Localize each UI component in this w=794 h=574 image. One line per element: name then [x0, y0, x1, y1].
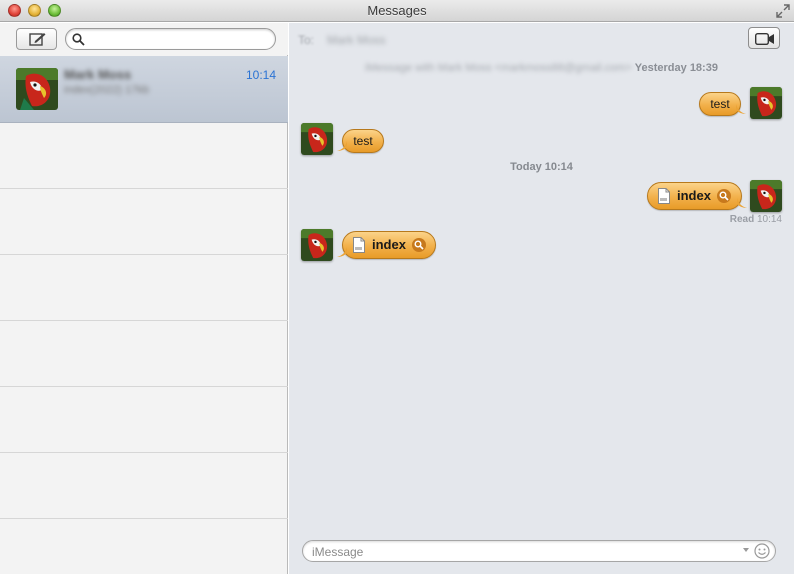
- message-text: test: [710, 97, 730, 111]
- conversation-pane: To: Mark Moss iMessage with Mark Moss <m…: [289, 23, 794, 574]
- service-info: iMessage with Mark Moss <markmoss88@gmai…: [365, 62, 632, 74]
- read-time: 10:14: [756, 214, 782, 225]
- chevron-down-icon[interactable]: [743, 548, 749, 553]
- message-text: test: [353, 134, 373, 148]
- sidebar-toolbar: [0, 23, 288, 55]
- conversation-list: Mark Moss index(2022) 17kb 10:14: [0, 56, 288, 519]
- video-camera-icon: [755, 33, 774, 45]
- video-call-button[interactable]: [748, 27, 780, 49]
- sent-file-bubble[interactable]: index: [647, 182, 747, 210]
- search-input[interactable]: [88, 31, 268, 47]
- empty-list-row: [0, 321, 288, 387]
- file-name: index: [372, 237, 406, 252]
- emoji-icon[interactable]: [754, 543, 770, 559]
- empty-list-row: [0, 189, 288, 255]
- bubble-tail: [736, 104, 746, 114]
- conversation-time: 10:14: [245, 68, 276, 82]
- received-file-bubble[interactable]: index: [337, 231, 436, 259]
- fullscreen-icon[interactable]: [776, 4, 790, 18]
- avatar: [301, 229, 333, 261]
- empty-list-row: [0, 387, 288, 453]
- avatar: [750, 180, 782, 212]
- read-label: Read: [729, 214, 755, 225]
- file-name: index: [677, 188, 711, 203]
- compose-bar: iMessage: [289, 528, 794, 574]
- conversation-header: iMessage with Mark Moss <markmoss88@gmai…: [289, 62, 794, 74]
- search-field[interactable]: [65, 28, 276, 50]
- message-input[interactable]: iMessage: [302, 540, 776, 562]
- received-message-bubble[interactable]: test: [337, 129, 384, 153]
- avatar: [301, 123, 333, 155]
- avatar: [750, 87, 782, 119]
- file-icon: [658, 188, 670, 204]
- sidebar: Mark Moss index(2022) 17kb 10:14: [0, 23, 288, 574]
- conversation-preview: index(2022) 17kb: [64, 84, 150, 96]
- bubble-tail: [337, 247, 347, 257]
- recipient-name[interactable]: Mark Moss: [327, 33, 386, 47]
- read-receipt: Read 10:14: [730, 214, 782, 225]
- sent-message-bubble[interactable]: test: [699, 92, 746, 116]
- bubble-tail: [337, 141, 347, 151]
- window-title: Messages: [367, 3, 427, 18]
- message-timestamp: Today 10:14: [510, 161, 573, 173]
- empty-list-row: [0, 453, 288, 519]
- message-input-placeholder: iMessage: [312, 545, 364, 559]
- file-icon: [353, 237, 365, 253]
- quicklook-icon[interactable]: [412, 238, 426, 252]
- title-bar: Messages: [0, 0, 794, 22]
- to-label: To:: [298, 33, 315, 47]
- empty-list-row: [0, 123, 288, 189]
- bubble-tail: [737, 198, 747, 208]
- recipient-bar: To: Mark Moss: [289, 23, 794, 56]
- quicklook-icon[interactable]: [717, 189, 731, 203]
- compose-button[interactable]: [16, 28, 57, 50]
- header-time: Yesterday 18:39: [634, 62, 718, 74]
- search-icon: [72, 33, 85, 46]
- empty-list-row: [0, 255, 288, 321]
- compose-icon: [29, 33, 46, 46]
- conversation-name: Mark Moss: [64, 67, 132, 82]
- avatar: [16, 68, 58, 110]
- conversation-item[interactable]: Mark Moss index(2022) 17kb 10:14: [0, 56, 288, 123]
